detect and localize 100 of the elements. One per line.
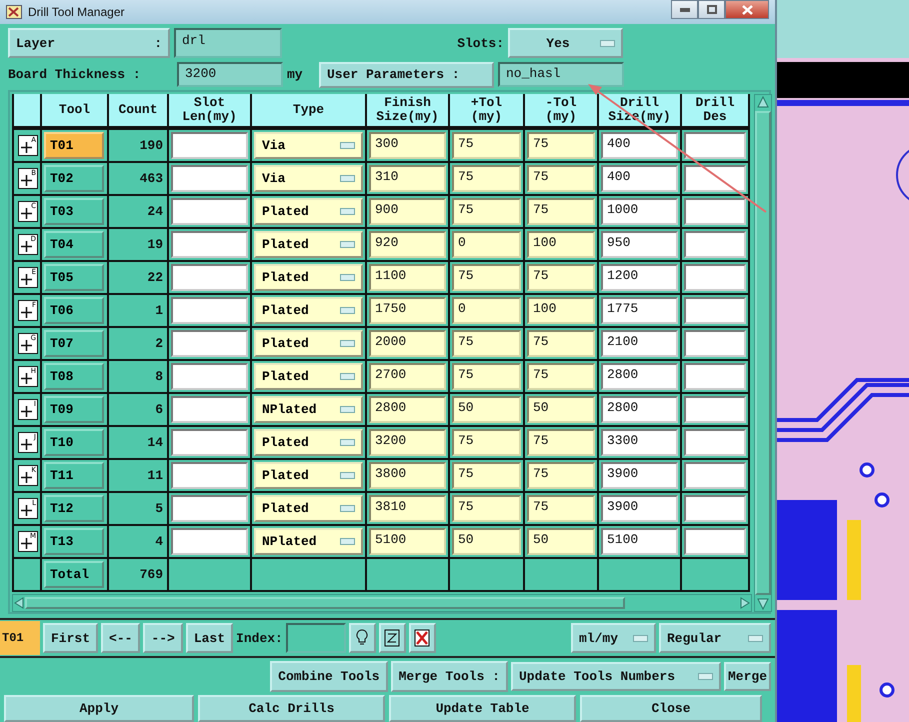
lightbulb-button[interactable] [348,623,376,653]
plus-tolerance-field[interactable]: 75 [452,132,521,159]
maximize-button[interactable] [698,0,725,19]
plus-tolerance-field[interactable]: 75 [452,495,521,522]
drill-description-field[interactable] [684,363,746,390]
drill-size-field[interactable]: 2800 [601,363,678,390]
slot-length-field[interactable] [171,528,248,555]
drill-size-field[interactable]: 2100 [601,330,678,357]
type-dropdown[interactable]: Plated [254,198,363,225]
total-button[interactable]: Total [44,561,104,588]
refresh-button[interactable] [378,623,406,653]
drill-description-field[interactable] [684,165,746,192]
type-dropdown[interactable]: NPlated [254,528,363,555]
drill-size-field[interactable]: 400 [601,165,678,192]
index-field[interactable] [286,623,346,653]
minus-tolerance-field[interactable]: 75 [527,165,595,192]
slot-length-field[interactable] [171,363,248,390]
user-parameters-field[interactable]: no_hasl [498,62,624,87]
drill-description-field[interactable] [684,429,746,456]
tool-button[interactable]: T07 [44,330,104,357]
plus-tolerance-field[interactable]: 75 [452,429,521,456]
type-dropdown[interactable]: Plated [254,264,363,291]
drill-size-field[interactable]: 3900 [601,462,678,489]
minus-tolerance-field[interactable]: 75 [527,132,595,159]
finish-size-field[interactable]: 1100 [369,264,446,291]
minus-tolerance-field[interactable]: 50 [527,396,595,423]
scroll-up-icon[interactable] [755,95,771,109]
finish-size-field[interactable]: 2800 [369,396,446,423]
plus-tolerance-field[interactable]: 50 [452,396,521,423]
finish-size-field[interactable]: 900 [369,198,446,225]
finish-size-field[interactable]: 3800 [369,462,446,489]
drill-description-field[interactable] [684,528,746,555]
plus-tolerance-field[interactable]: 75 [452,264,521,291]
type-dropdown[interactable]: Plated [254,462,363,489]
slot-length-field[interactable] [171,462,248,489]
tool-button[interactable]: T02 [44,165,104,192]
minus-tolerance-field[interactable]: 100 [527,231,595,258]
finish-size-field[interactable]: 2000 [369,330,446,357]
plus-tolerance-field[interactable]: 75 [452,198,521,225]
finish-size-field[interactable]: 5100 [369,528,446,555]
layer-button[interactable]: Layer : [8,28,170,58]
drill-description-field[interactable] [684,264,746,291]
vertical-scrollbar[interactable] [754,94,772,612]
plus-tolerance-field[interactable]: 75 [452,363,521,390]
drill-size-field[interactable]: 5100 [601,528,678,555]
tool-button[interactable]: T03 [44,198,104,225]
minus-tolerance-field[interactable]: 75 [527,264,595,291]
tool-button[interactable]: T08 [44,363,104,390]
type-dropdown[interactable]: Plated [254,330,363,357]
slot-length-field[interactable] [171,132,248,159]
drill-size-field[interactable]: 1000 [601,198,678,225]
plus-tolerance-field[interactable]: 0 [452,297,521,324]
slots-dropdown[interactable]: Yes [508,28,623,58]
navigation-button[interactable]: First [43,623,98,653]
type-dropdown[interactable]: Plated [254,495,363,522]
action-button[interactable]: Calc Drills [198,695,385,722]
drill-description-field[interactable] [684,231,746,258]
type-dropdown[interactable]: Via [254,165,363,192]
drill-description-field[interactable] [684,396,746,423]
merge-button[interactable]: Merge [724,662,771,691]
type-dropdown[interactable]: Plated [254,429,363,456]
drill-description-field[interactable] [684,198,746,225]
minus-tolerance-field[interactable]: 75 [527,330,595,357]
tool-button[interactable]: T13 [44,528,104,555]
slot-length-field[interactable] [171,264,248,291]
navigation-button[interactable]: --> [143,623,183,653]
tool-button[interactable]: T12 [44,495,104,522]
drill-size-field[interactable]: 950 [601,231,678,258]
action-button[interactable]: Apply [4,695,194,722]
minus-tolerance-field[interactable]: 75 [527,495,595,522]
board-thickness-field[interactable]: 3200 [177,62,283,87]
drill-size-field[interactable]: 2800 [601,396,678,423]
finish-size-field[interactable]: 300 [369,132,446,159]
plus-tolerance-field[interactable]: 0 [452,231,521,258]
finish-size-field[interactable]: 1750 [369,297,446,324]
type-dropdown[interactable]: Via [254,132,363,159]
scroll-down-icon[interactable] [755,597,771,611]
drill-size-field[interactable]: 400 [601,132,678,159]
units-dropdown[interactable]: ml/my [571,623,656,653]
tool-button[interactable]: T06 [44,297,104,324]
drill-size-field[interactable]: 1200 [601,264,678,291]
close-button[interactable] [725,0,769,19]
finish-size-field[interactable]: 920 [369,231,446,258]
drill-size-field[interactable]: 3300 [601,429,678,456]
tool-button[interactable]: T04 [44,231,104,258]
user-parameters-button[interactable]: User Parameters : [319,62,494,88]
finish-size-field[interactable]: 3200 [369,429,446,456]
minus-tolerance-field[interactable]: 75 [527,198,595,225]
minimize-button[interactable] [671,0,698,19]
horizontal-scrollbar[interactable] [12,594,752,612]
finish-size-field[interactable]: 310 [369,165,446,192]
tool-button[interactable]: T11 [44,462,104,489]
type-dropdown[interactable]: NPlated [254,396,363,423]
navigation-button[interactable]: Last [186,623,234,653]
minus-tolerance-field[interactable]: 100 [527,297,595,324]
tool-button[interactable]: T05 [44,264,104,291]
slot-length-field[interactable] [171,231,248,258]
scroll-left-icon[interactable] [13,597,25,609]
type-dropdown[interactable]: Plated [254,231,363,258]
finish-size-field[interactable]: 2700 [369,363,446,390]
